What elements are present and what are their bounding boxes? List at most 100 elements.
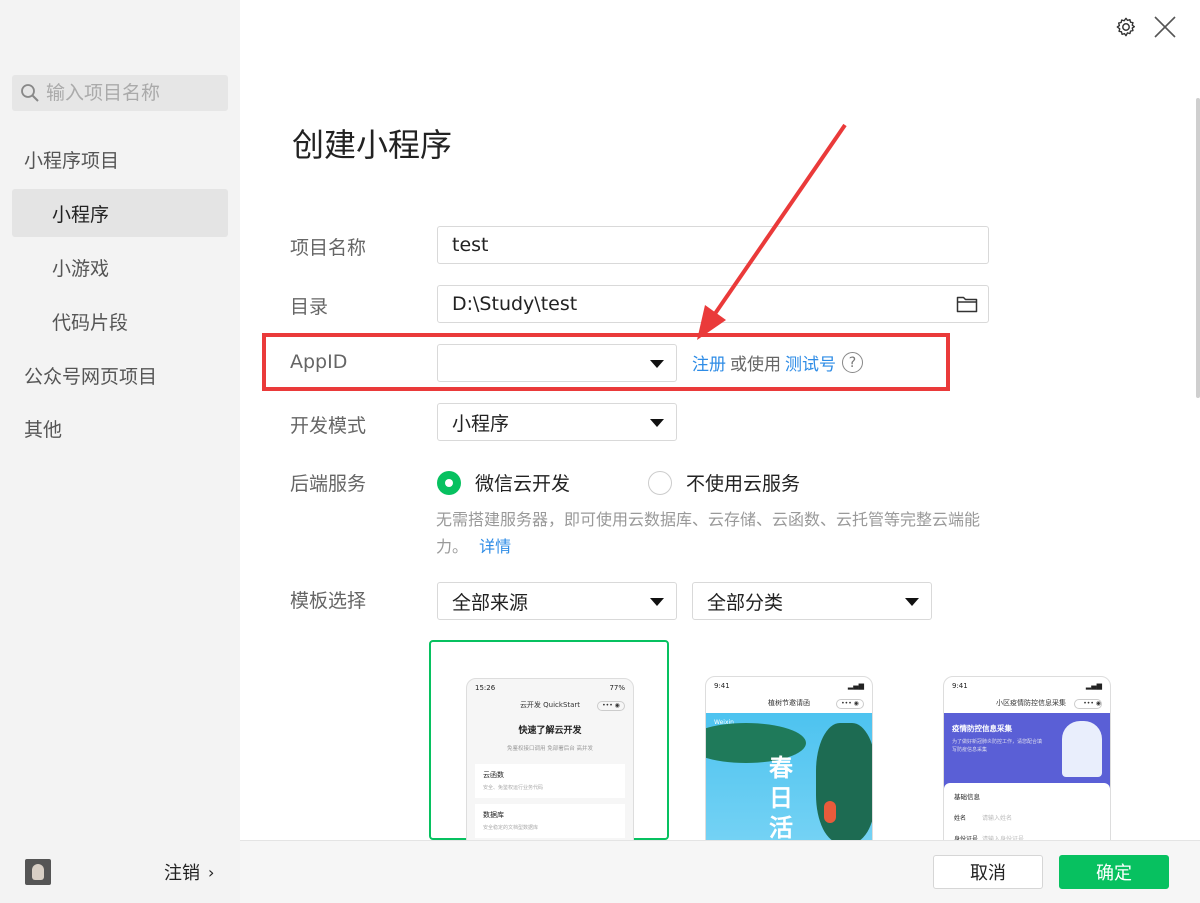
form-field-label: 姓名 — [954, 815, 967, 822]
dev-mode-select[interactable]: 小程序 — [437, 403, 677, 441]
phone-row: 云函数 安全、免鉴权运行业务代码 — [475, 764, 625, 798]
caret-down-icon — [650, 419, 664, 427]
test-account-link[interactable]: 测试号 — [785, 350, 836, 375]
tree-canopy — [816, 723, 872, 843]
chevron-right-icon: › — [208, 862, 215, 882]
help-icon[interactable]: ? — [842, 352, 863, 373]
page-title: 创建小程序 — [292, 126, 453, 164]
template-card-invitation[interactable]: 9:41 ▂▄▆ 植树节邀请函 ••• ◉ Weixin 春日活 — [670, 640, 910, 876]
appid-select[interactable] — [437, 344, 677, 382]
backend-label: 后端服务 — [290, 473, 367, 495]
caret-down-icon — [905, 598, 919, 606]
sidebar-group-other[interactable]: 其他 — [0, 404, 240, 452]
phone-heading: 快速了解云开发 — [518, 726, 582, 736]
phone-header: 小区疫情防控信息采集 ••• ◉ — [944, 693, 1110, 713]
search-box[interactable] — [12, 75, 228, 111]
phone-header-title: 植树节邀请函 — [768, 699, 810, 707]
phone-row-desc: 安全、免鉴权运行业务代码 — [483, 785, 544, 791]
appid-label: AppID — [290, 351, 348, 373]
capsule-icon: ••• ◉ — [597, 701, 625, 711]
confirm-button[interactable]: 确定 — [1059, 855, 1169, 889]
phone-status-bar: 15:26 77% — [467, 679, 633, 695]
form-row: 姓名 请输入姓名 — [954, 813, 1100, 822]
user-bar: 注销 › — [0, 843, 240, 903]
phone-status-bar: 9:41 ▂▄▆ — [706, 677, 872, 693]
template-category-value: 全部分类 — [707, 591, 784, 614]
dev-mode-label: 开发模式 — [290, 415, 367, 437]
phone-header-title: 小区疫情防控信息采集 — [996, 699, 1066, 707]
radio-checked-icon — [437, 470, 461, 495]
dev-mode-value: 小程序 — [452, 412, 510, 435]
sidebar-group-miniprogram[interactable]: 小程序项目 — [0, 135, 240, 183]
phone-header: 植树节邀请函 ••• ◉ — [706, 693, 872, 713]
radio-label: 不使用云服务 — [686, 473, 801, 495]
directory-field[interactable]: D:\Study\test — [437, 285, 989, 323]
poster-text: 春日活 — [769, 754, 793, 842]
template-label: 模板选择 — [290, 590, 367, 612]
project-name-field[interactable]: test — [437, 226, 989, 264]
template-category-select[interactable]: 全部分类 — [692, 582, 932, 620]
cancel-button[interactable]: 取消 — [933, 855, 1043, 889]
avatar[interactable] — [25, 859, 51, 885]
detail-link[interactable]: 详情 — [479, 537, 511, 556]
scrollbar[interactable] — [1196, 98, 1200, 398]
phone-time: 15:26 — [475, 684, 496, 692]
phone-time: 9:41 — [952, 682, 968, 690]
phone-row-title: 云函数 — [483, 771, 504, 779]
sidebar-item-minigame[interactable]: 小游戏 — [0, 243, 240, 291]
register-link[interactable]: 注册 — [692, 350, 726, 375]
phone-subheading: 免鉴权接口调用 免部署后台 高并发 — [507, 746, 593, 752]
parrot-icon — [824, 801, 836, 823]
close-icon[interactable] — [1153, 14, 1177, 40]
sidebar-item-miniprogram[interactable]: 小程序 — [12, 189, 228, 237]
search-input[interactable] — [46, 82, 216, 104]
logout-label: 注销 — [164, 863, 200, 884]
sidebar-group-official-account-web[interactable]: 公众号网页项目 — [0, 351, 240, 399]
radio-label: 微信云开发 — [475, 473, 571, 495]
phone-header-title: 云开发 QuickStart — [519, 701, 581, 709]
bottom-action-bar — [240, 840, 1200, 903]
backend-description-text: 无需搭建服务器，即可使用云数据库、云存储、云函数、云托管等完整云端能力。 — [436, 510, 981, 556]
sidebar-item-label: 代码片段 — [52, 311, 129, 334]
phone-time: 9:41 — [714, 682, 730, 690]
phone-battery: 77% — [609, 684, 625, 692]
capsule-icon: ••• ◉ — [836, 699, 864, 709]
sidebar-item-label: 小程序项目 — [24, 149, 120, 172]
caret-down-icon — [650, 360, 664, 368]
gear-icon[interactable] — [1115, 14, 1137, 40]
appid-links: 注册 或使用 测试号 ? — [692, 350, 863, 375]
template-card-quickstart[interactable]: 15:26 77% 云开发 QuickStart ••• ◉ 快速了解云开发 免鉴权… — [429, 640, 669, 878]
capsule-icon: ••• ◉ — [1074, 699, 1102, 709]
sidebar-item-label: 小游戏 — [52, 257, 110, 280]
phone-row-desc: 安全稳定的文档型数据库 — [483, 825, 539, 831]
template-source-select[interactable]: 全部来源 — [437, 582, 677, 620]
sidebar-item-label: 小程序 — [52, 203, 110, 226]
form-field-placeholder: 请输入姓名 — [982, 815, 1013, 822]
phone-header: 云开发 QuickStart ••• ◉ — [467, 695, 633, 715]
phone-status-bar: 9:41 ▂▄▆ — [944, 677, 1110, 693]
signal-icon: ▂▄▆ — [1085, 682, 1102, 690]
search-icon — [21, 84, 39, 102]
caret-down-icon — [650, 598, 664, 606]
phone-row-title: 数据库 — [483, 811, 504, 819]
project-name-value: test — [452, 234, 489, 256]
logout-button[interactable]: 注销 › — [164, 859, 214, 885]
template-source-value: 全部来源 — [452, 591, 529, 614]
directory-label: 目录 — [290, 296, 329, 318]
template-card-epidemic-form[interactable]: 9:41 ▂▄▆ 小区疫情防控信息采集 ••• ◉ 疫情防控信息采集 为了做好新冠肺… — [908, 640, 1148, 876]
banner-text: 为了做好新冠肺炎防控工作，请您配合填写防疫信息采集 — [952, 739, 1043, 753]
signal-icon: ▂▄▆ — [847, 682, 864, 690]
project-name-label: 项目名称 — [290, 237, 367, 259]
phone-row: 数据库 安全稳定的文档型数据库 — [475, 804, 625, 838]
backend-description: 无需搭建服务器，即可使用云数据库、云存储、云函数、云托管等完整云端能力。 详情 — [436, 506, 1006, 560]
form-banner: 疫情防控信息采集 为了做好新冠肺炎防控工作，请您配合填写防疫信息采集 — [944, 713, 1110, 789]
sidebar-item-label: 其他 — [24, 418, 63, 441]
radio-no-cloud[interactable]: 不使用云服务 — [648, 469, 800, 496]
folder-icon[interactable] — [956, 294, 978, 314]
doctor-illustration — [1062, 721, 1102, 777]
directory-value: D:\Study\test — [452, 293, 578, 315]
radio-cloud-dev[interactable]: 微信云开发 — [437, 469, 570, 496]
sidebar-item-code-snippet[interactable]: 代码片段 — [0, 297, 240, 345]
or-use-text: 或使用 — [730, 355, 781, 375]
sidebar: 小程序项目 小程序 小游戏 代码片段 公众号网页项目 其他 注销 › — [0, 0, 240, 903]
